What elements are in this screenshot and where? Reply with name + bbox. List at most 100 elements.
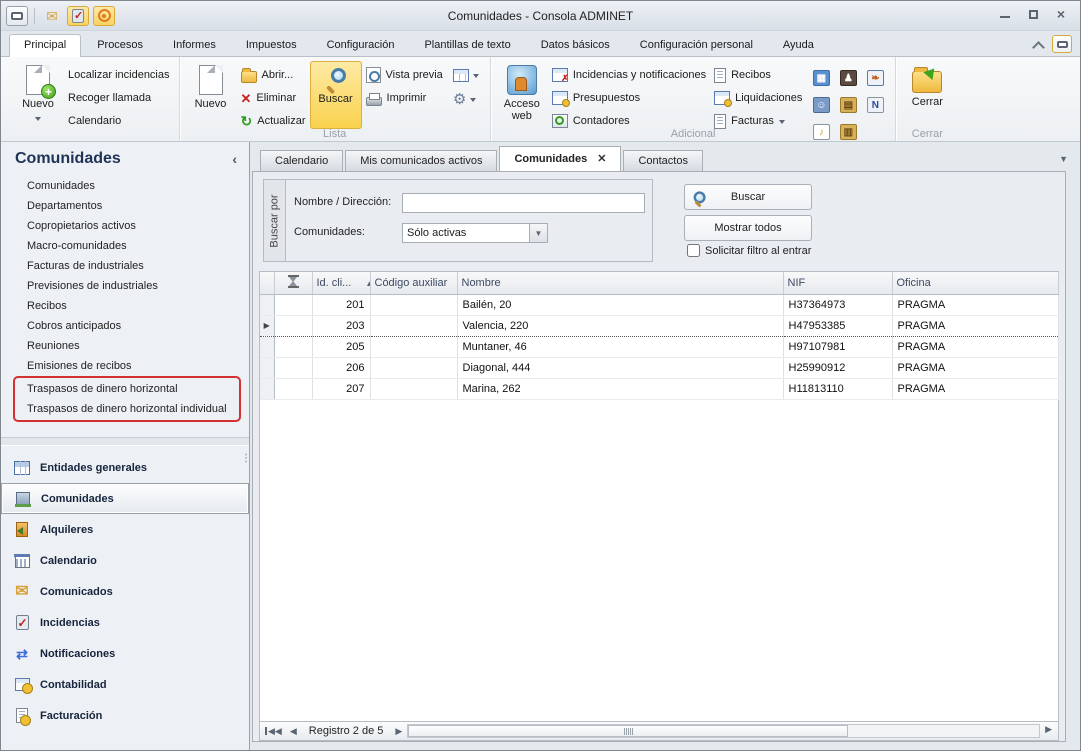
hourglass-column-header[interactable]: [274, 272, 312, 294]
previous-record-button[interactable]: ◀: [286, 726, 301, 737]
ribbon-tab-datos-basicos[interactable]: Datos básicos: [527, 35, 624, 56]
buscar-button[interactable]: Buscar: [684, 184, 812, 210]
section-entidades-generales[interactable]: Entidades generales ⋮: [1, 452, 249, 483]
scrollbar-thumb[interactable]: [408, 725, 848, 737]
close-tab-icon[interactable]: ✕: [597, 147, 606, 171]
recibos-button[interactable]: Recibos: [714, 66, 802, 84]
table-row[interactable]: 206 Diagonal, 444 H25990912 PRAGMA: [260, 357, 1058, 378]
new-button[interactable]: Nuevo: [185, 61, 237, 129]
sidebar-item-comunidades[interactable]: Comunidades: [1, 176, 249, 196]
next-record-button[interactable]: ▶: [391, 726, 406, 737]
column-header-nif[interactable]: NIF: [783, 272, 892, 294]
spellcheck-button[interactable]: N: [862, 92, 888, 118]
close-button[interactable]: ×: [1052, 7, 1070, 21]
ribbon-tab-configuracion[interactable]: Configuración: [313, 35, 409, 56]
sidebar-item-copropietarios[interactable]: Copropietarios activos: [1, 216, 249, 236]
table-row[interactable]: 205 Muntaner, 46 H97107981 PRAGMA: [260, 336, 1058, 357]
calculator-icon: ▦: [813, 70, 830, 86]
tab-comunidades[interactable]: Comunidades ✕: [499, 146, 621, 171]
chest-button[interactable]: ▤: [835, 92, 861, 118]
sidebar-item-cobros-anticipados[interactable]: Cobros anticipados: [1, 316, 249, 336]
door-icon: [13, 522, 31, 538]
section-facturacion[interactable]: Facturación: [1, 700, 249, 731]
column-header-nombre[interactable]: Nombre: [457, 272, 783, 294]
section-contabilidad[interactable]: Contabilidad: [1, 669, 249, 700]
ribbon-tab-configuracion-personal[interactable]: Configuración personal: [626, 35, 767, 56]
table-row-selected[interactable]: ▶ 203 Valencia, 220 H47953385 PRAGMA: [260, 315, 1058, 336]
sidebar: Comunidades ‹ Comunidades Departamentos …: [1, 142, 250, 751]
sidebar-item-traspasos-horizontal[interactable]: Traspasos de dinero horizontal: [15, 379, 239, 399]
column-header-id[interactable]: Id. cli...▲: [312, 272, 370, 294]
open-button[interactable]: Abrir...: [241, 66, 306, 84]
sidebar-item-emisiones-recibos[interactable]: Emisiones de recibos: [1, 356, 249, 376]
red-highlight-annotation: Traspasos de dinero horizontal Traspasos…: [13, 376, 241, 422]
agent-button[interactable]: ☺: [808, 92, 834, 118]
ribbon-tab-informes[interactable]: Informes: [159, 35, 230, 56]
delete-button[interactable]: ✕Eliminar: [241, 89, 306, 107]
section-incidencias[interactable]: Incidencias: [1, 607, 249, 638]
layout-dropdown-button[interactable]: [453, 69, 479, 82]
incidencias-notificaciones-button[interactable]: ✗Incidencias y notificaciones: [552, 66, 706, 84]
ribbon-tab-impuestos[interactable]: Impuestos: [232, 35, 311, 56]
main-panel: Calendario Mis comunicados activos Comun…: [250, 142, 1080, 751]
ribbon-tab-plantillas[interactable]: Plantillas de texto: [410, 35, 524, 56]
meeting-button[interactable]: ♟: [835, 65, 861, 91]
sidebar-item-facturas-industriales[interactable]: Facturas de industriales: [1, 256, 249, 276]
sidebar-item-reuniones[interactable]: Reuniones: [1, 336, 249, 356]
collapse-sidebar-icon[interactable]: ‹: [232, 151, 237, 167]
first-record-button[interactable]: ◀◀: [260, 726, 286, 737]
close-folder-icon: [912, 71, 942, 93]
horizontal-scrollbar[interactable]: [407, 724, 1040, 738]
meeting-people-icon: ♟: [840, 70, 857, 86]
calendario-button[interactable]: Calendario: [68, 112, 170, 130]
collapse-ribbon-icon[interactable]: [1034, 41, 1044, 47]
web-access-button[interactable]: Acceso web: [496, 61, 548, 129]
app-corner-icon[interactable]: [1052, 35, 1072, 53]
communities-dropdown[interactable]: Sólo activas ▼: [402, 223, 548, 243]
sidebar-splitter[interactable]: [1, 437, 249, 446]
presupuestos-button[interactable]: Presupuestos: [552, 89, 706, 107]
localizar-incidencias-button[interactable]: Localizar incidencias: [68, 66, 170, 84]
tab-calendario[interactable]: Calendario: [260, 150, 343, 171]
ribbon-tab-principal[interactable]: Principal: [9, 34, 81, 57]
print-button[interactable]: Imprimir: [366, 89, 443, 107]
ribbon-tab-procesos[interactable]: Procesos: [83, 35, 157, 56]
ribbon-tab-ayuda[interactable]: Ayuda: [769, 35, 828, 56]
liquidaciones-button[interactable]: Liquidaciones: [714, 89, 802, 107]
mostrar-todos-button[interactable]: Mostrar todos: [684, 215, 812, 241]
table-row[interactable]: 207 Marina, 262 H11813110 PRAGMA: [260, 378, 1058, 399]
tab-mis-comunicados[interactable]: Mis comunicados activos: [345, 150, 497, 171]
new-incident-button[interactable]: + Nuevo: [12, 61, 64, 129]
chevron-down-icon[interactable]: ▼: [529, 224, 547, 242]
search-groupbox: Buscar por Nombre / Dirección: Comunidad…: [263, 179, 653, 262]
search-button[interactable]: Buscar: [310, 61, 362, 129]
restore-button[interactable]: [1024, 7, 1042, 21]
section-calendario[interactable]: Calendario: [1, 545, 249, 576]
section-notificaciones[interactable]: ⇄ Notificaciones: [1, 638, 249, 669]
section-comunidades[interactable]: Comunidades: [1, 483, 249, 514]
sidebar-item-macro-comunidades[interactable]: Macro-comunidades: [1, 236, 249, 256]
tab-contactos[interactable]: Contactos: [623, 150, 703, 171]
section-comunicados[interactable]: ✉ Comunicados: [1, 576, 249, 607]
column-header-oficina[interactable]: Oficina: [892, 272, 1058, 294]
sidebar-item-departamentos[interactable]: Departamentos: [1, 196, 249, 216]
certificate-button[interactable]: ❧: [862, 65, 888, 91]
scroll-right-icon[interactable]: ▶: [1041, 724, 1056, 735]
calculator-button[interactable]: ▦: [808, 65, 834, 91]
table-row[interactable]: 201 Bailén, 20 H37364973 PRAGMA: [260, 294, 1058, 315]
solicitar-filtro-checkbox[interactable]: [687, 244, 700, 257]
column-header-codigo[interactable]: Código auxiliar: [370, 272, 457, 294]
comunidades-tab-page: Buscar por Nombre / Dirección: Comunidad…: [252, 171, 1066, 742]
recoger-llamada-button[interactable]: Recoger llamada: [68, 89, 170, 107]
splitter-grip-icon[interactable]: ⋮: [241, 456, 245, 461]
cerrar-button[interactable]: Cerrar: [901, 61, 953, 129]
sidebar-item-previsiones-industriales[interactable]: Previsiones de industriales: [1, 276, 249, 296]
tab-list-dropdown-icon[interactable]: ▼: [1059, 154, 1068, 164]
preview-button[interactable]: Vista previa: [366, 66, 443, 84]
settings-dropdown-button[interactable]: ⚙: [453, 92, 479, 107]
minimize-button[interactable]: [996, 7, 1014, 21]
section-alquileres[interactable]: Alquileres: [1, 514, 249, 545]
name-address-input[interactable]: [402, 193, 645, 213]
sidebar-item-traspasos-horizontal-individual[interactable]: Traspasos de dinero horizontal individua…: [15, 399, 239, 419]
sidebar-item-recibos[interactable]: Recibos: [1, 296, 249, 316]
